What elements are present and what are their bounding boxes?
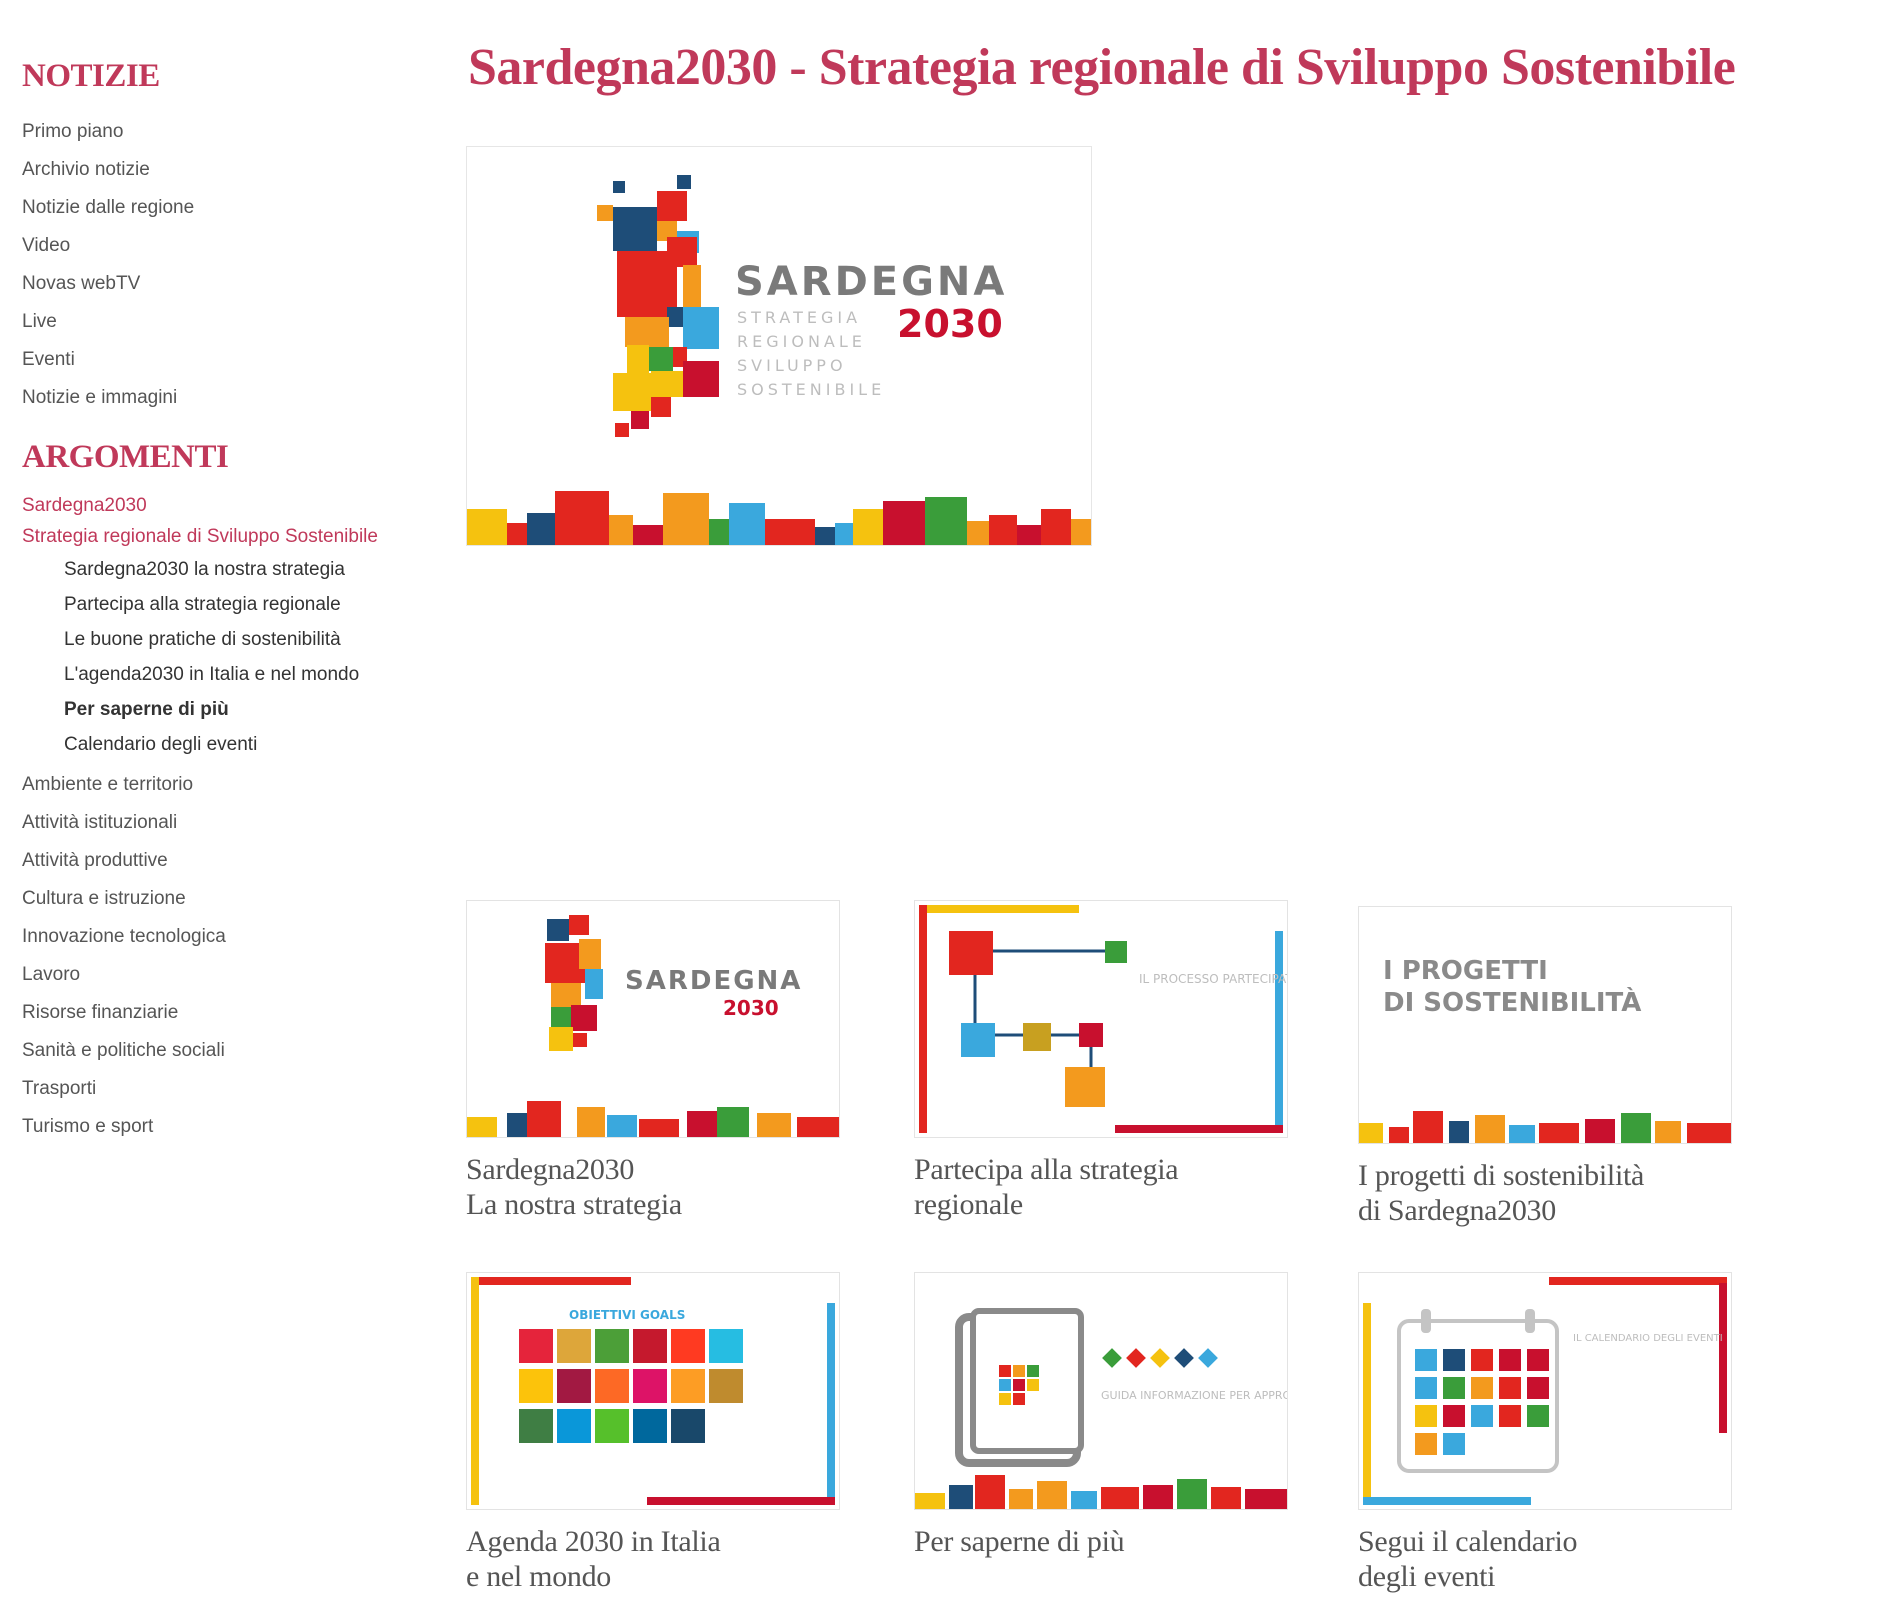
card-thumb: IL PROCESSO PARTECIPATIVO	[914, 900, 1288, 1138]
sidebar-item-attivita-istituzionali[interactable]: Attività istituzionali	[22, 804, 442, 842]
logo-line-2: REGIONALE	[737, 332, 866, 351]
card-agenda2030[interactable]: OBIETTIVI GOALS Agenda 2030 in Italia e …	[466, 1272, 840, 1594]
color-strip-bottom	[915, 1475, 1287, 1509]
card-process-text: IL PROCESSO PARTECIPATIVO	[1139, 972, 1287, 986]
card-sdg-image: OBIETTIVI GOALS	[471, 1277, 835, 1505]
sidebar-subitem-per-saperne[interactable]: Per saperne di più	[22, 692, 442, 727]
card-caption[interactable]: Agenda 2030 in Italia e nel mondo	[466, 1524, 838, 1594]
island-mosaic-icon	[545, 915, 603, 1051]
card-logo-image: SARDEGNA 2030	[467, 915, 839, 1137]
card-sdg-text: OBIETTIVI GOALS	[569, 1308, 685, 1322]
sidebar-subitem-buone-pratiche[interactable]: Le buone pratiche di sostenibilità	[22, 622, 442, 657]
sidebar-item-sanita[interactable]: Sanità e politiche sociali	[22, 1032, 442, 1070]
card-progetti-line2: DI SOSTENIBILITÀ	[1383, 986, 1641, 1018]
sidebar-item-turismo[interactable]: Turismo e sport	[22, 1108, 442, 1146]
sdg-grid-icon	[519, 1329, 743, 1443]
card-caption[interactable]: I progetti di sostenibilità di Sardegna2…	[1358, 1158, 1730, 1228]
card-caption[interactable]: Segui il calendario degli eventi	[1358, 1524, 1730, 1594]
card-thumb: I PROGETTI DI SOSTENIBILITÀ	[1358, 906, 1732, 1144]
sidebar-item-cultura[interactable]: Cultura e istruzione	[22, 880, 442, 918]
argomenti-heading: ARGOMENTI	[22, 439, 229, 475]
sidebar-item-strategia-regionale[interactable]: Strategia regionale di Sviluppo Sostenib…	[22, 521, 442, 552]
diamonds-icon	[1102, 1348, 1218, 1368]
card-calendario[interactable]: IL CALENDARIO DEGLI EVENTI Segui il cale…	[1358, 1272, 1732, 1594]
card-caption[interactable]: Partecipa alla strategia regionale	[914, 1152, 1286, 1222]
sidebar-item-video[interactable]: Video	[22, 227, 442, 265]
calendar-icon	[1397, 1309, 1559, 1473]
logo-line-3: SVILUPPO	[737, 356, 847, 375]
card-thumb: OBIETTIVI GOALS	[466, 1272, 840, 1510]
card-calendar-text: IL CALENDARIO DEGLI EVENTI	[1573, 1333, 1723, 1344]
sidebar-item-primo-piano[interactable]: Primo piano	[22, 113, 442, 151]
sidebar-item-innovazione[interactable]: Innovazione tecnologica	[22, 918, 442, 956]
logo-line-1: STRATEGIA	[737, 308, 861, 327]
notizie-heading: NOTIZIE	[22, 58, 160, 94]
card-guide-image: GUIDA INFORMAZIONE PER APPROFONDIRE	[915, 1308, 1287, 1509]
card-nostra-strategia[interactable]: SARDEGNA 2030 Sardegna2030 La nostra str…	[466, 900, 840, 1222]
card-progetti-line1: I PROGETTI	[1383, 956, 1548, 986]
sidebar-item-lavoro[interactable]: Lavoro	[22, 956, 442, 994]
logo-word: SARDEGNA	[735, 259, 1007, 305]
sidebar-item-risorse[interactable]: Risorse finanziarie	[22, 994, 442, 1032]
card-process-image: IL PROCESSO PARTECIPATIVO	[919, 905, 1287, 1133]
sidebar-item-attivita-produttive[interactable]: Attività produttive	[22, 842, 442, 880]
sardegna2030-logo: SARDEGNA STRATEGIA REGIONALE SVILUPPO SO…	[467, 175, 1091, 545]
card-per-saperne[interactable]: GUIDA INFORMAZIONE PER APPROFONDIRE Per …	[914, 1272, 1288, 1559]
color-strip-bottom	[1359, 1111, 1731, 1143]
page-title: Sardegna2030 - Strategia regionale di Sv…	[468, 39, 1736, 96]
sidebar-subitem-calendario[interactable]: Calendario degli eventi	[22, 727, 442, 762]
card-caption[interactable]: Per saperne di più	[914, 1524, 1286, 1559]
sidebar-item-eventi[interactable]: Eventi	[22, 341, 442, 379]
sidebar-subitem-nostra-strategia[interactable]: Sardegna2030 la nostra strategia	[22, 552, 442, 587]
sidebar-item-sardegna2030[interactable]: Sardegna2030	[22, 490, 442, 521]
sidebar-subitem-agenda2030[interactable]: L'agenda2030 in Italia e nel mondo	[22, 657, 442, 692]
card-calendar-image: IL CALENDARIO DEGLI EVENTI	[1363, 1277, 1727, 1505]
card-logo-year: 2030	[723, 996, 779, 1020]
sidebar-item-notizie-regione[interactable]: Notizie dalle regione	[22, 189, 442, 227]
sidebar-item-ambiente[interactable]: Ambiente e territorio	[22, 766, 442, 804]
book-icon	[955, 1308, 1084, 1467]
sidebar-item-notizie-immagini[interactable]: Notizie e immagini	[22, 379, 442, 417]
card-progetti-image: I PROGETTI DI SOSTENIBILITÀ	[1359, 956, 1731, 1143]
sidebar-item-trasporti[interactable]: Trasporti	[22, 1070, 442, 1108]
node-icon	[949, 931, 993, 975]
card-guide-text: GUIDA INFORMAZIONE PER APPROFONDIRE	[1101, 1389, 1287, 1402]
sidebar-item-live[interactable]: Live	[22, 303, 442, 341]
color-strip-bottom	[467, 1101, 839, 1137]
card-progetti[interactable]: I PROGETTI DI SOSTENIBILITÀ I progetti d…	[1358, 906, 1732, 1228]
card-caption[interactable]: Sardegna2030 La nostra strategia	[466, 1152, 838, 1222]
card-thumb: IL CALENDARIO DEGLI EVENTI	[1358, 1272, 1732, 1510]
card-logo-word: SARDEGNA	[625, 966, 802, 996]
logo-year: 2030	[897, 302, 1003, 346]
card-thumb: GUIDA INFORMAZIONE PER APPROFONDIRE	[914, 1272, 1288, 1510]
island-mosaic-icon	[597, 175, 719, 437]
logo-line-4: SOSTENIBILE	[737, 380, 885, 399]
hero-logo-image: SARDEGNA STRATEGIA REGIONALE SVILUPPO SO…	[466, 146, 1092, 546]
color-strip-bottom	[467, 491, 1091, 545]
sidebar-subitem-partecipa[interactable]: Partecipa alla strategia regionale	[22, 587, 442, 622]
card-thumb: SARDEGNA 2030	[466, 900, 840, 1138]
card-partecipa[interactable]: IL PROCESSO PARTECIPATIVO Partecipa alla…	[914, 900, 1288, 1222]
sidebar-item-archivio-notizie[interactable]: Archivio notizie	[22, 151, 442, 189]
sidebar-item-novas-webtv[interactable]: Novas webTV	[22, 265, 442, 303]
sidebar-nav: NOTIZIE Primo piano Archivio notizie Not…	[22, 58, 442, 1146]
